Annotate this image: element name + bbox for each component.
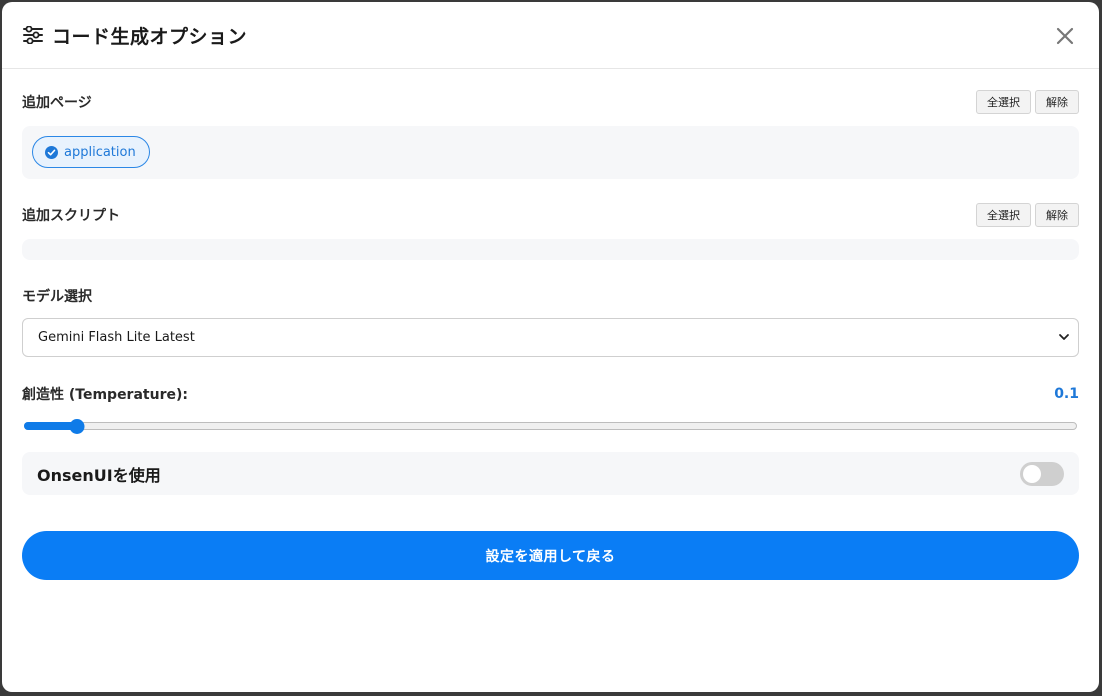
pages-chip-area: application xyxy=(22,126,1079,179)
modal-content: 追加ページ 全選択 解除 application 追加スクリプト 全選択 解除 xyxy=(2,90,1099,580)
temperature-slider[interactable] xyxy=(22,416,1079,436)
temperature-value: 0.1 xyxy=(1054,386,1079,402)
page-chip-label: application xyxy=(64,144,136,160)
temperature-label: 創造性 (Temperature): xyxy=(22,387,188,403)
scripts-select-all-button[interactable]: 全選択 xyxy=(976,203,1031,227)
onsenui-toggle[interactable] xyxy=(1020,461,1064,486)
code-options-modal: コード生成オプション 追加ページ 全選択 解除 application 追加スク… xyxy=(2,2,1099,692)
scripts-section-header: 追加スクリプト 全選択 解除 xyxy=(22,203,1079,227)
pages-label: 追加ページ xyxy=(22,95,92,111)
pages-select-all-button[interactable]: 全選択 xyxy=(976,90,1031,114)
toggle-knob xyxy=(1023,464,1041,483)
chevron-down-icon xyxy=(1058,330,1070,345)
onsenui-row: OnsenUIを使用 xyxy=(22,452,1079,495)
apply-button[interactable]: 設定を適用して戻る xyxy=(22,531,1079,580)
slider-thumb[interactable] xyxy=(69,419,85,434)
scripts-button-group: 全選択 解除 xyxy=(976,203,1079,227)
temperature-header: 創造性 (Temperature): 0.1 xyxy=(22,384,1079,404)
pages-button-group: 全選択 解除 xyxy=(976,90,1079,114)
close-icon[interactable] xyxy=(1053,24,1077,48)
model-select[interactable]: Gemini Flash Lite Latest xyxy=(22,318,1079,357)
modal-header: コード生成オプション xyxy=(2,2,1099,69)
model-selected-value: Gemini Flash Lite Latest xyxy=(38,330,195,345)
scripts-clear-button[interactable]: 解除 xyxy=(1035,203,1079,227)
modal-title: コード生成オプション xyxy=(52,25,248,48)
onsenui-label: OnsenUIを使用 xyxy=(37,465,161,485)
sliders-icon xyxy=(22,24,44,46)
pages-section-header: 追加ページ 全選択 解除 xyxy=(22,90,1079,114)
page-chip-application[interactable]: application xyxy=(32,136,150,168)
model-label: モデル選択 xyxy=(22,289,92,305)
pages-clear-button[interactable]: 解除 xyxy=(1035,90,1079,114)
check-icon xyxy=(45,145,58,159)
scripts-label: 追加スクリプト xyxy=(22,208,120,224)
slider-track xyxy=(24,422,1077,430)
scripts-chip-area xyxy=(22,239,1079,260)
